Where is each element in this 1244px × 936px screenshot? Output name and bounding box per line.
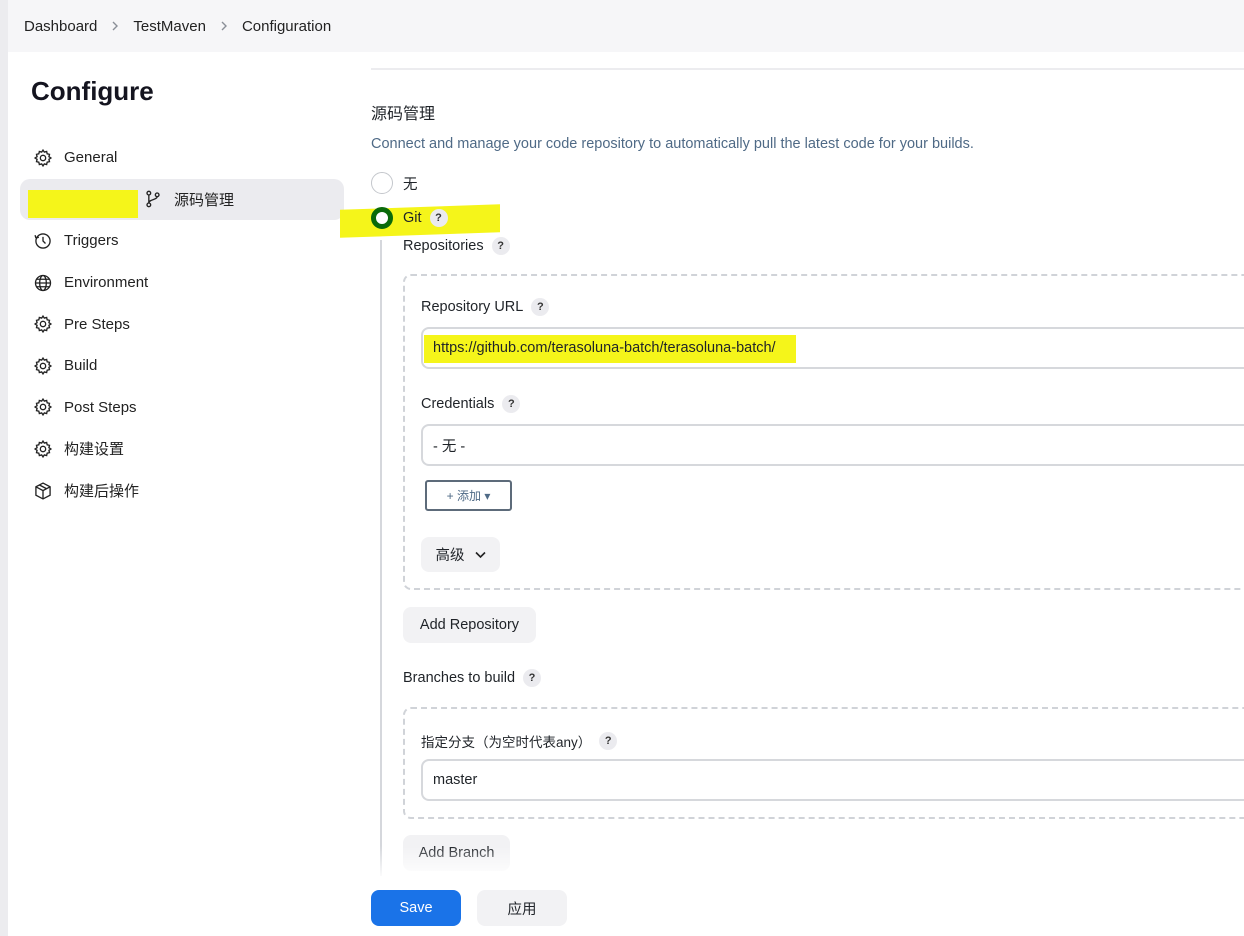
help-icon[interactable]: ? [429, 209, 448, 227]
sidebar-item-label: 源码管理 [174, 191, 235, 209]
page-title: Configure [31, 76, 154, 106]
branches-label: Branches to build ? [403, 669, 542, 687]
breadcrumb-configuration[interactable]: Configuration [242, 18, 331, 35]
branch-specifier-input[interactable]: master [421, 759, 1244, 801]
package-icon [32, 480, 54, 502]
section-indent-rule [380, 240, 382, 936]
help-icon[interactable]: ? [531, 298, 550, 316]
sidebar-item-label: 构建设置 [64, 441, 125, 459]
breadcrumb-separator [220, 19, 228, 34]
save-button[interactable]: Save [371, 890, 461, 926]
breadcrumb: Dashboard TestMaven Configuration [8, 0, 1244, 52]
section-title: 源码管理 [371, 106, 436, 123]
sidebar-item-label: 构建后操作 [64, 483, 140, 501]
help-icon[interactable]: ? [491, 237, 510, 255]
branch-specifier-label: 指定分支（为空时代表any） ? [421, 731, 618, 751]
footer-fade [360, 846, 1244, 876]
gear-icon [32, 147, 54, 169]
sidebar-item-label: Pre Steps [64, 315, 130, 333]
credentials-select[interactable]: - 无 - [421, 424, 1244, 466]
gear-icon [32, 396, 54, 418]
radio-git[interactable] [371, 207, 393, 229]
credentials-value: - 无 - [433, 438, 466, 455]
sidebar-item-post-build[interactable]: 构建后操作 [20, 470, 344, 512]
section-description: Connect and manage your code repository … [371, 136, 974, 152]
advanced-button[interactable]: 高级 [421, 537, 500, 572]
sidebar-item-build-settings[interactable]: 构建设置 [20, 428, 344, 470]
branch-value: master [433, 772, 478, 788]
radio-none-option[interactable]: 无 [371, 172, 418, 194]
divider [371, 68, 1244, 70]
radio-git-option[interactable]: Git ? [371, 207, 448, 229]
sidebar-item-post-steps[interactable]: Post Steps [20, 387, 344, 429]
breadcrumb-separator [111, 19, 119, 34]
apply-button[interactable]: 应用 [477, 890, 567, 926]
add-repository-button[interactable]: Add Repository [403, 607, 536, 643]
repositories-label: Repositories ? [403, 237, 510, 255]
gear-icon [32, 313, 54, 335]
sidebar-item-label: Triggers [64, 232, 119, 250]
breadcrumb-testmaven[interactable]: TestMaven [133, 18, 206, 35]
credentials-label: Credentials ? [421, 395, 521, 413]
sidebar-item-scm[interactable]: 源码管理 [20, 178, 344, 221]
radio-git-label: Git [403, 210, 422, 226]
sidebar-item-general[interactable]: General [20, 137, 344, 179]
clock-icon [32, 230, 54, 252]
repository-url-value: https://github.com/terasoluna-batch/tera… [433, 340, 776, 356]
help-icon[interactable]: ? [502, 395, 521, 413]
window-edge [0, 0, 8, 936]
footer-bar: Save 应用 [360, 876, 1244, 936]
globe-icon [32, 272, 54, 294]
sidebar-item-build[interactable]: Build [20, 345, 344, 387]
sidebar-item-triggers[interactable]: Triggers [20, 220, 344, 262]
help-icon[interactable]: ? [523, 669, 542, 687]
sidebar-item-label: Environment [64, 274, 149, 292]
chevron-down-icon [474, 551, 486, 559]
main-content: 源码管理 Connect and manage your code reposi… [340, 52, 1244, 936]
sidebar-nav: General 源码管理 Triggers Environment Pre St… [20, 137, 344, 511]
sidebar-item-label: General [64, 149, 118, 167]
help-icon[interactable]: ? [599, 732, 618, 750]
sidebar-item-pre-steps[interactable]: Pre Steps [20, 303, 344, 345]
repository-url-input[interactable]: https://github.com/terasoluna-batch/tera… [421, 327, 1244, 369]
highlight-mark [28, 190, 138, 219]
repository-url-label: Repository URL ? [421, 298, 550, 316]
git-branch-icon [142, 188, 164, 210]
sidebar-item-environment[interactable]: Environment [20, 262, 344, 304]
radio-none[interactable] [371, 172, 393, 194]
add-credentials-button[interactable]: + 添加 ▾ [425, 480, 512, 511]
gear-icon [32, 355, 54, 377]
gear-icon [32, 438, 54, 460]
radio-none-label: 无 [403, 176, 418, 193]
sidebar-item-label: Build [64, 357, 98, 375]
sidebar-item-label: Post Steps [64, 398, 137, 416]
sidebar: Configure General 源码管理 Triggers Environm… [8, 52, 360, 936]
breadcrumb-dashboard[interactable]: Dashboard [24, 18, 97, 35]
